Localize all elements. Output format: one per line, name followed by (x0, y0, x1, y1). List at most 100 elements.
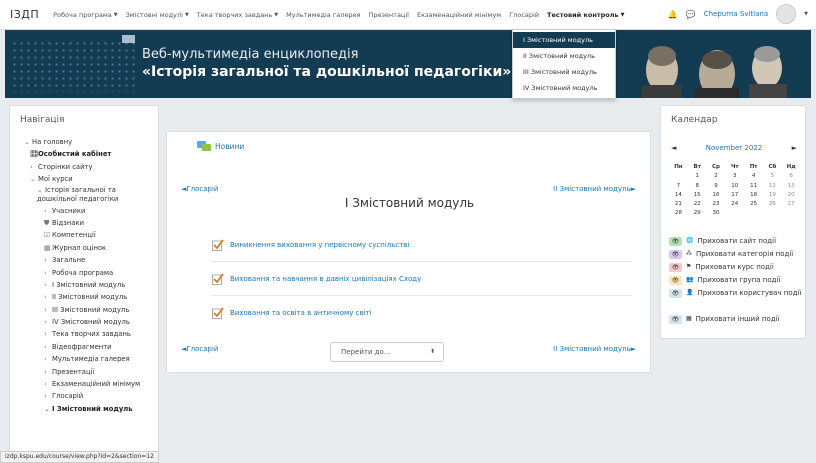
calendar-day[interactable]: 1 (688, 173, 707, 182)
calendar-day[interactable]: 18 (744, 192, 763, 201)
calendar-filter[interactable]: 👁 👥 Приховати група події (669, 276, 803, 285)
nav-tree-item[interactable]: › Сторінки сайту (10, 161, 158, 173)
calendar-day[interactable]: 26 (763, 201, 782, 210)
calendar-day[interactable]: 7 (669, 183, 688, 192)
user-name[interactable]: Chepurna Svitlana (704, 10, 768, 18)
nav-tree-item[interactable]: ⛊ Відзнаки (10, 217, 158, 229)
calendar-day[interactable]: 11 (744, 183, 763, 192)
calendar-day[interactable]: 6 (782, 173, 801, 182)
brand-link[interactable]: ІЗДП (10, 8, 39, 21)
dropdown-item[interactable]: ІІ Змістовний модуль (513, 48, 615, 64)
activity-item[interactable]: Виникнення виховання у первісному суспіл… (212, 228, 632, 262)
calendar-filter-label: Приховати сайт події (697, 237, 777, 245)
chevron-right-icon: › (44, 256, 47, 265)
nav-tree-item[interactable]: › Відеофрагменти (10, 341, 158, 353)
nav-tree-item[interactable]: ▦ Журнал оцінок (10, 242, 158, 254)
chevron-right-icon: › (44, 305, 47, 314)
calendar-day[interactable]: 13 (782, 183, 801, 192)
dropdown-item[interactable]: ІІІ Змістовний модуль (513, 64, 615, 80)
calendar-day[interactable]: 28 (669, 210, 688, 219)
top-menu-item[interactable]: Робоча програма ▼ (53, 11, 117, 19)
activity-item[interactable]: Виховання та освіта в античному світі (212, 296, 632, 330)
nav-tree-item[interactable]: ⌄ Історія загальної та дошкільної педагог… (10, 186, 158, 204)
calendar-day[interactable]: 17 (725, 192, 744, 201)
calendar-day[interactable]: 3 (725, 173, 744, 182)
calendar-next-month[interactable]: ► (792, 144, 797, 152)
nav-tree-item[interactable]: › Тека творчих завдань (10, 328, 158, 340)
avatar[interactable] (776, 4, 797, 24)
calendar-day[interactable]: 20 (782, 192, 801, 201)
calendar-title: Календар (671, 115, 718, 125)
calendar-day[interactable]: 4 (744, 173, 763, 182)
calendar-day[interactable]: 30 (707, 210, 726, 219)
course-section-content: Новини ◄Глосарій ІІ Змістовний модуль► І… (166, 131, 651, 373)
nav-tree-item[interactable]: › Екзаменаційний мінімум (10, 378, 158, 390)
calendar-day[interactable]: 15 (688, 192, 707, 201)
calendar-day[interactable]: 10 (725, 183, 744, 192)
nav-tree-item[interactable]: ⌄ І Змістовний модуль (10, 403, 158, 415)
calendar-day[interactable]: 21 (669, 201, 688, 210)
nav-tree-item[interactable]: › Робоча програма (10, 267, 158, 279)
calendar-day (763, 210, 782, 219)
calendar-day[interactable]: 9 (707, 183, 726, 192)
top-menu-item[interactable]: Екзаменаційний мінімум (417, 11, 501, 19)
nav-tree-item[interactable]: ☑ Компетенції (10, 229, 158, 241)
activity-item[interactable]: Виховання та навчання в давніх цивілізац… (212, 262, 632, 296)
nav-tree-item[interactable]: ⌄ На головну (10, 136, 158, 148)
calendar-filter[interactable]: 👁 🌐 Приховати сайт події (669, 237, 803, 246)
bell-icon[interactable]: 🔔 (668, 10, 678, 19)
calendar-day[interactable]: 19 (763, 192, 782, 201)
nav-tree-item[interactable]: › Мультимедіа галерея (10, 353, 158, 365)
next-section-link[interactable]: ІІ Змістовний модуль► (553, 185, 636, 193)
nav-tree-item[interactable]: › ІІІ Змістовний модуль (10, 304, 158, 316)
top-menu-item[interactable]: Презентації (368, 11, 409, 19)
banner-dot-pattern (11, 40, 136, 92)
calendar-day[interactable]: 16 (707, 192, 726, 201)
top-menu-item[interactable]: Тека творчих завдань ▼ (197, 11, 278, 19)
nav-tree-item[interactable]: › Презентації (10, 366, 158, 378)
nav-tree-item[interactable]: ⌄ Мої курси (10, 173, 158, 185)
navigation-title: Навігація (20, 115, 65, 125)
banner-title-line1: Веб-мультимедіа енциклопедія (142, 47, 359, 62)
nav-tree-item[interactable]: › IV Змістовний модуль (10, 316, 158, 328)
top-menu-item[interactable]: Тестовий контроль ▼ (547, 11, 624, 19)
calendar-day[interactable]: 23 (707, 201, 726, 210)
calendar-day[interactable]: 5 (763, 173, 782, 182)
dropdown-item[interactable]: І Змістовний модуль (513, 32, 615, 48)
calendar-day[interactable]: 12 (763, 183, 782, 192)
top-menu-item[interactable]: Змістовні модулі ▼ (126, 11, 189, 19)
calendar-filter[interactable]: 👁 ⁂ Приховати категорія події (669, 250, 803, 259)
next-section-link-bottom[interactable]: ІІ Змістовний модуль► (553, 345, 636, 353)
calendar-filter[interactable]: 👁 ▦ Приховати інший події (669, 315, 803, 324)
jump-to-select[interactable]: Перейти до... ⬍ (330, 342, 444, 362)
calendar-day[interactable]: 22 (688, 201, 707, 210)
nav-tree-label: Учасники (52, 206, 86, 215)
caret-down-icon[interactable]: ▼ (804, 11, 808, 17)
calendar-day[interactable]: 14 (669, 192, 688, 201)
prev-section-link[interactable]: ◄Глосарій (181, 185, 219, 193)
nav-tree-item[interactable]: 🎛Особистий кабінет (10, 148, 158, 160)
calendar-day[interactable]: 29 (688, 210, 707, 219)
prev-section-link-bottom[interactable]: ◄Глосарій (181, 345, 219, 353)
calendar-day[interactable]: 27 (782, 201, 801, 210)
calendar-day[interactable]: 25 (744, 201, 763, 210)
calendar-month-label[interactable]: November 2022 (661, 144, 807, 152)
calendar-filter[interactable]: 👁 👤 Приховати користувач події (669, 289, 803, 298)
chat-icon[interactable]: 💬 (686, 10, 696, 19)
nav-tree-item[interactable]: › Глосарій (10, 390, 158, 402)
calendar-filter[interactable]: 👁 ⚑ Приховати курс події (669, 263, 803, 272)
dropdown-item[interactable]: IV Змістовний модуль (513, 80, 615, 96)
calendar-weekday: Ср (712, 164, 720, 170)
chevron-down-icon: ⌄ (24, 138, 30, 146)
calendar-day[interactable]: 8 (688, 183, 707, 192)
news-forum-link[interactable]: Новини (197, 141, 244, 152)
calendar-day[interactable]: 2 (707, 173, 726, 182)
top-menu-item[interactable]: Глосарій (509, 11, 539, 19)
top-menu-item[interactable]: Мультимедіа галерея (286, 11, 360, 19)
nav-tree-item[interactable]: › Загальне (10, 254, 158, 266)
nav-tree-item[interactable]: › Учасники (10, 205, 158, 217)
nav-tree-item[interactable]: › ІІ Змістовний модуль (10, 291, 158, 303)
calendar-day[interactable]: 24 (725, 201, 744, 210)
chevron-right-icon: › (44, 268, 47, 277)
nav-tree-item[interactable]: › І Змістовний модуль (10, 279, 158, 291)
